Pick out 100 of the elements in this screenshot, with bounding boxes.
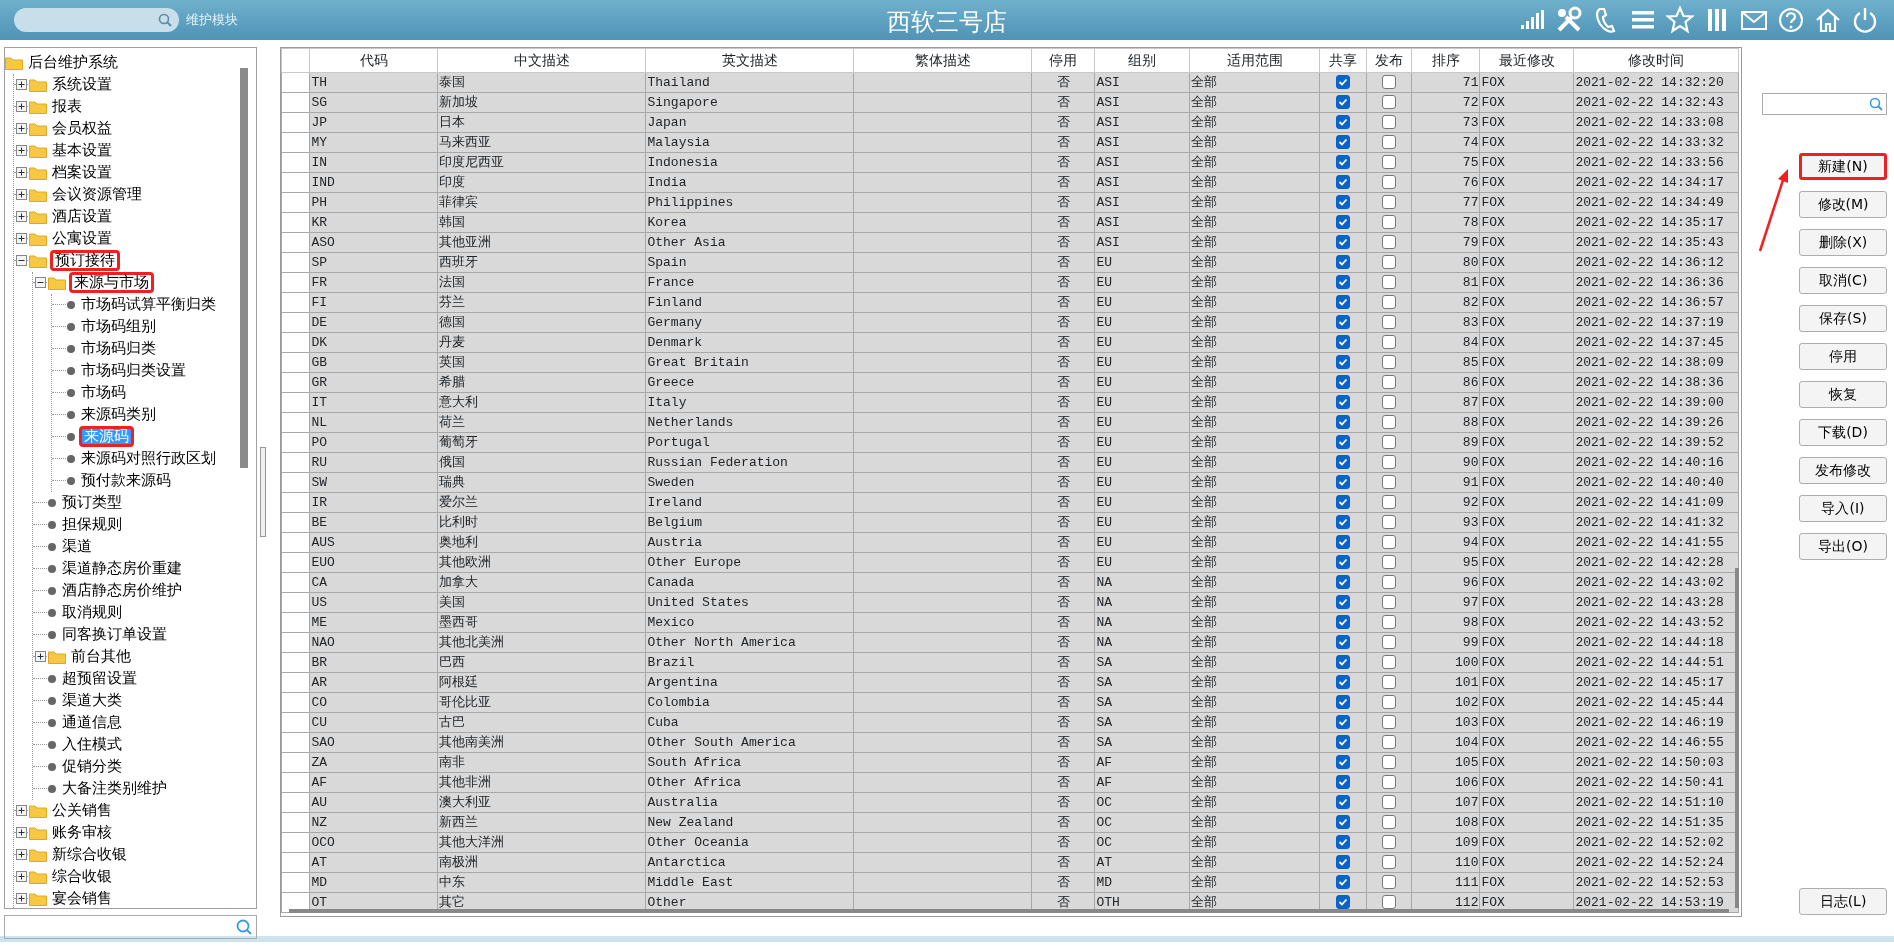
column-header[interactable]: 适用范围 — [1189, 48, 1320, 73]
action-button[interactable]: 下载(D) — [1799, 419, 1887, 446]
tree-item[interactable]: 渠道静态房价重建 — [60, 559, 184, 578]
checkbox[interactable] — [1336, 795, 1351, 810]
checkbox[interactable] — [1382, 295, 1397, 310]
checkbox[interactable] — [1336, 155, 1351, 170]
search-field[interactable] — [3, 915, 257, 939]
checkbox[interactable] — [1336, 255, 1351, 270]
checkbox[interactable] — [1336, 475, 1351, 490]
checkbox[interactable] — [1336, 755, 1351, 770]
tree-item[interactable]: 基本设置 — [50, 141, 114, 160]
column-header[interactable]: 中文描述 — [437, 48, 646, 73]
checkbox[interactable] — [1336, 575, 1351, 590]
tree-item[interactable]: 会议资源管理 — [50, 185, 144, 204]
expand-icon[interactable] — [15, 145, 27, 156]
tree-item[interactable]: 账务审核 — [50, 823, 114, 842]
checkbox[interactable] — [1382, 315, 1397, 330]
tree-item[interactable]: 报表 — [50, 97, 84, 116]
checkbox[interactable] — [1336, 495, 1351, 510]
checkbox[interactable] — [1336, 115, 1351, 130]
tree-item[interactable]: 市场码归类 — [79, 339, 158, 358]
tree-item[interactable]: 渠道大类 — [60, 691, 124, 710]
action-button[interactable]: 保存(S) — [1799, 305, 1887, 332]
checkbox[interactable] — [1382, 635, 1397, 650]
checkbox[interactable] — [1336, 735, 1351, 750]
expand-icon[interactable] — [15, 211, 27, 222]
tree-item[interactable]: 市场码归类设置 — [79, 361, 188, 380]
tree-item[interactable]: 市场码 — [79, 383, 128, 402]
checkbox[interactable] — [1336, 275, 1351, 290]
tree-item[interactable]: 系统设置 — [50, 75, 114, 94]
tree-item[interactable]: 同客换订单设置 — [60, 625, 169, 644]
checkbox[interactable] — [1336, 415, 1351, 430]
search-field[interactable] — [14, 8, 179, 32]
tree-item[interactable]: 取消规则 — [60, 603, 124, 622]
checkbox[interactable] — [1382, 355, 1397, 370]
checkbox[interactable] — [1336, 235, 1351, 250]
action-button[interactable]: 新建(N) — [1799, 153, 1887, 180]
tree-item[interactable]: 来源码类别 — [79, 405, 158, 424]
expand-icon[interactable] — [15, 167, 27, 178]
search-icon[interactable] — [1868, 97, 1883, 111]
checkbox[interactable] — [1382, 115, 1397, 130]
expand-icon[interactable] — [15, 79, 27, 90]
search-icon[interactable] — [158, 13, 172, 27]
checkbox[interactable] — [1382, 475, 1397, 490]
expand-icon[interactable] — [15, 233, 27, 244]
tree-item[interactable]: 新综合收银 — [50, 845, 129, 864]
expand-icon[interactable] — [15, 893, 27, 904]
checkbox[interactable] — [1336, 95, 1351, 110]
checkbox[interactable] — [1336, 535, 1351, 550]
checkbox[interactable] — [1336, 715, 1351, 730]
tree-item[interactable]: 渠道 — [60, 537, 94, 556]
tree-item[interactable]: 酒店设置 — [50, 207, 114, 226]
checkbox[interactable] — [1336, 335, 1351, 350]
expand-icon[interactable] — [15, 189, 27, 200]
tree-item[interactable]: 公关销售 — [50, 801, 114, 820]
checkbox[interactable] — [1382, 855, 1397, 870]
column-header[interactable]: 共享 — [1319, 48, 1367, 73]
column-header[interactable]: 代码 — [309, 48, 438, 73]
checkbox[interactable] — [1336, 855, 1351, 870]
checkbox[interactable] — [1336, 435, 1351, 450]
tree-item[interactable]: 通道信息 — [60, 713, 124, 732]
checkbox[interactable] — [1382, 495, 1397, 510]
column-header[interactable]: 发布 — [1366, 48, 1412, 73]
expand-icon[interactable] — [15, 871, 27, 882]
checkbox[interactable] — [1336, 315, 1351, 330]
checkbox[interactable] — [1382, 755, 1397, 770]
tree-item[interactable]: 大备注类别维护 — [60, 779, 169, 798]
checkbox[interactable] — [1382, 95, 1397, 110]
checkbox[interactable] — [1382, 415, 1397, 430]
action-button[interactable]: 停用 — [1799, 343, 1887, 370]
tree-item[interactable]: 预付款来源码 — [79, 471, 173, 490]
expand-icon[interactable] — [15, 827, 27, 838]
checkbox[interactable] — [1336, 815, 1351, 830]
column-header[interactable]: 停用 — [1031, 48, 1095, 73]
checkbox[interactable] — [1382, 875, 1397, 890]
checkbox[interactable] — [1382, 575, 1397, 590]
checkbox[interactable] — [1336, 455, 1351, 470]
checkbox[interactable] — [1336, 655, 1351, 670]
expand-icon[interactable] — [15, 123, 27, 134]
checkbox[interactable] — [1382, 255, 1397, 270]
checkbox[interactable] — [1336, 215, 1351, 230]
checkbox[interactable] — [1336, 835, 1351, 850]
help-icon[interactable] — [1776, 5, 1806, 35]
checkbox[interactable] — [1382, 135, 1397, 150]
checkbox[interactable] — [1382, 735, 1397, 750]
action-button[interactable]: 发布修改 — [1799, 457, 1887, 484]
checkbox[interactable] — [1382, 455, 1397, 470]
tree-item[interactable]: 市场码组别 — [79, 317, 158, 336]
tree-item[interactable]: 综合收银 — [50, 867, 114, 886]
star-icon[interactable] — [1665, 5, 1695, 35]
action-button[interactable]: 导出(O) — [1799, 533, 1887, 560]
checkbox[interactable] — [1336, 75, 1351, 90]
checkbox[interactable] — [1382, 375, 1397, 390]
checkbox[interactable] — [1336, 195, 1351, 210]
splitter-handle[interactable] — [259, 446, 266, 537]
column-header[interactable]: 修改时间 — [1573, 48, 1739, 73]
expand-icon[interactable] — [15, 849, 27, 860]
checkbox[interactable] — [1336, 375, 1351, 390]
checkbox[interactable] — [1382, 895, 1397, 910]
checkbox[interactable] — [1336, 615, 1351, 630]
